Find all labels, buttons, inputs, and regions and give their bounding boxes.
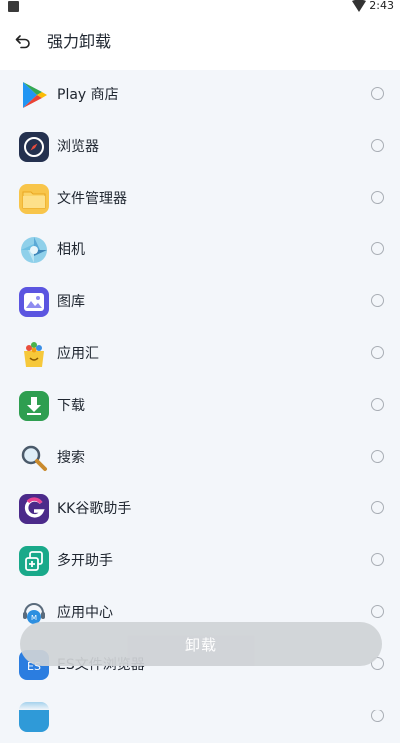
play-store-icon (19, 80, 49, 110)
select-radio[interactable] (371, 345, 384, 359)
app-row[interactable]: KK谷歌助手 (0, 484, 400, 536)
app-label: 文件管理器 (57, 190, 127, 207)
select-radio[interactable] (371, 190, 384, 204)
camera-aperture-icon (19, 235, 49, 265)
app-label: KK谷歌助手 (57, 501, 132, 518)
app-row[interactable]: 应用汇 (0, 329, 400, 381)
app-label: 应用汇 (57, 345, 99, 362)
page-title: 强力卸载 (47, 32, 112, 51)
select-radio[interactable] (371, 138, 384, 152)
multi-open-icon (19, 546, 49, 577)
app-label: 浏览器 (57, 138, 99, 155)
header: 强力卸载 (0, 14, 400, 70)
appchina-icon (19, 339, 49, 369)
folder-icon (19, 183, 49, 214)
uninstall-button[interactable]: 卸载 (20, 622, 382, 666)
gallery-icon (19, 287, 49, 318)
select-radio[interactable] (371, 294, 384, 308)
status-bar: 2:43 (0, 0, 400, 14)
app-label: 相机 (57, 242, 85, 259)
app-row[interactable] (0, 692, 400, 743)
kk-google-icon (19, 494, 49, 525)
select-radio[interactable] (371, 501, 384, 515)
app-label: 多开助手 (57, 553, 113, 570)
app-row[interactable]: 搜索 (0, 433, 400, 485)
app-label: 下载 (57, 397, 85, 414)
select-radio[interactable] (371, 87, 384, 100)
back-arrow-icon (15, 35, 30, 49)
app-icon (19, 701, 49, 732)
app-row[interactable]: 下载 (0, 381, 400, 433)
magnifier-icon (19, 443, 49, 473)
wifi-icon (352, 0, 366, 12)
svg-text:M: M (31, 614, 37, 622)
app-row[interactable]: 浏览器 (0, 122, 400, 174)
select-radio[interactable] (371, 449, 384, 463)
select-radio[interactable] (371, 242, 384, 256)
notification-icon (8, 1, 19, 12)
download-icon (19, 390, 49, 421)
app-label: 搜索 (57, 449, 85, 466)
app-label: 应用中心 (57, 604, 113, 621)
browser-compass-icon (19, 131, 49, 162)
app-row[interactable]: 图库 (0, 277, 400, 329)
status-time: 2:43 (369, 0, 394, 12)
select-radio[interactable] (371, 604, 384, 618)
app-row[interactable]: 文件管理器 (0, 174, 400, 226)
app-row[interactable]: Play 商店 (0, 70, 400, 122)
app-row[interactable]: 相机 (0, 225, 400, 277)
app-row[interactable]: 多开助手 (0, 536, 400, 588)
app-label: 图库 (57, 294, 85, 311)
select-radio[interactable] (371, 553, 384, 567)
select-radio[interactable] (371, 708, 384, 722)
back-button[interactable] (12, 32, 34, 52)
app-label: Play 商店 (57, 87, 119, 103)
select-radio[interactable] (371, 397, 384, 411)
